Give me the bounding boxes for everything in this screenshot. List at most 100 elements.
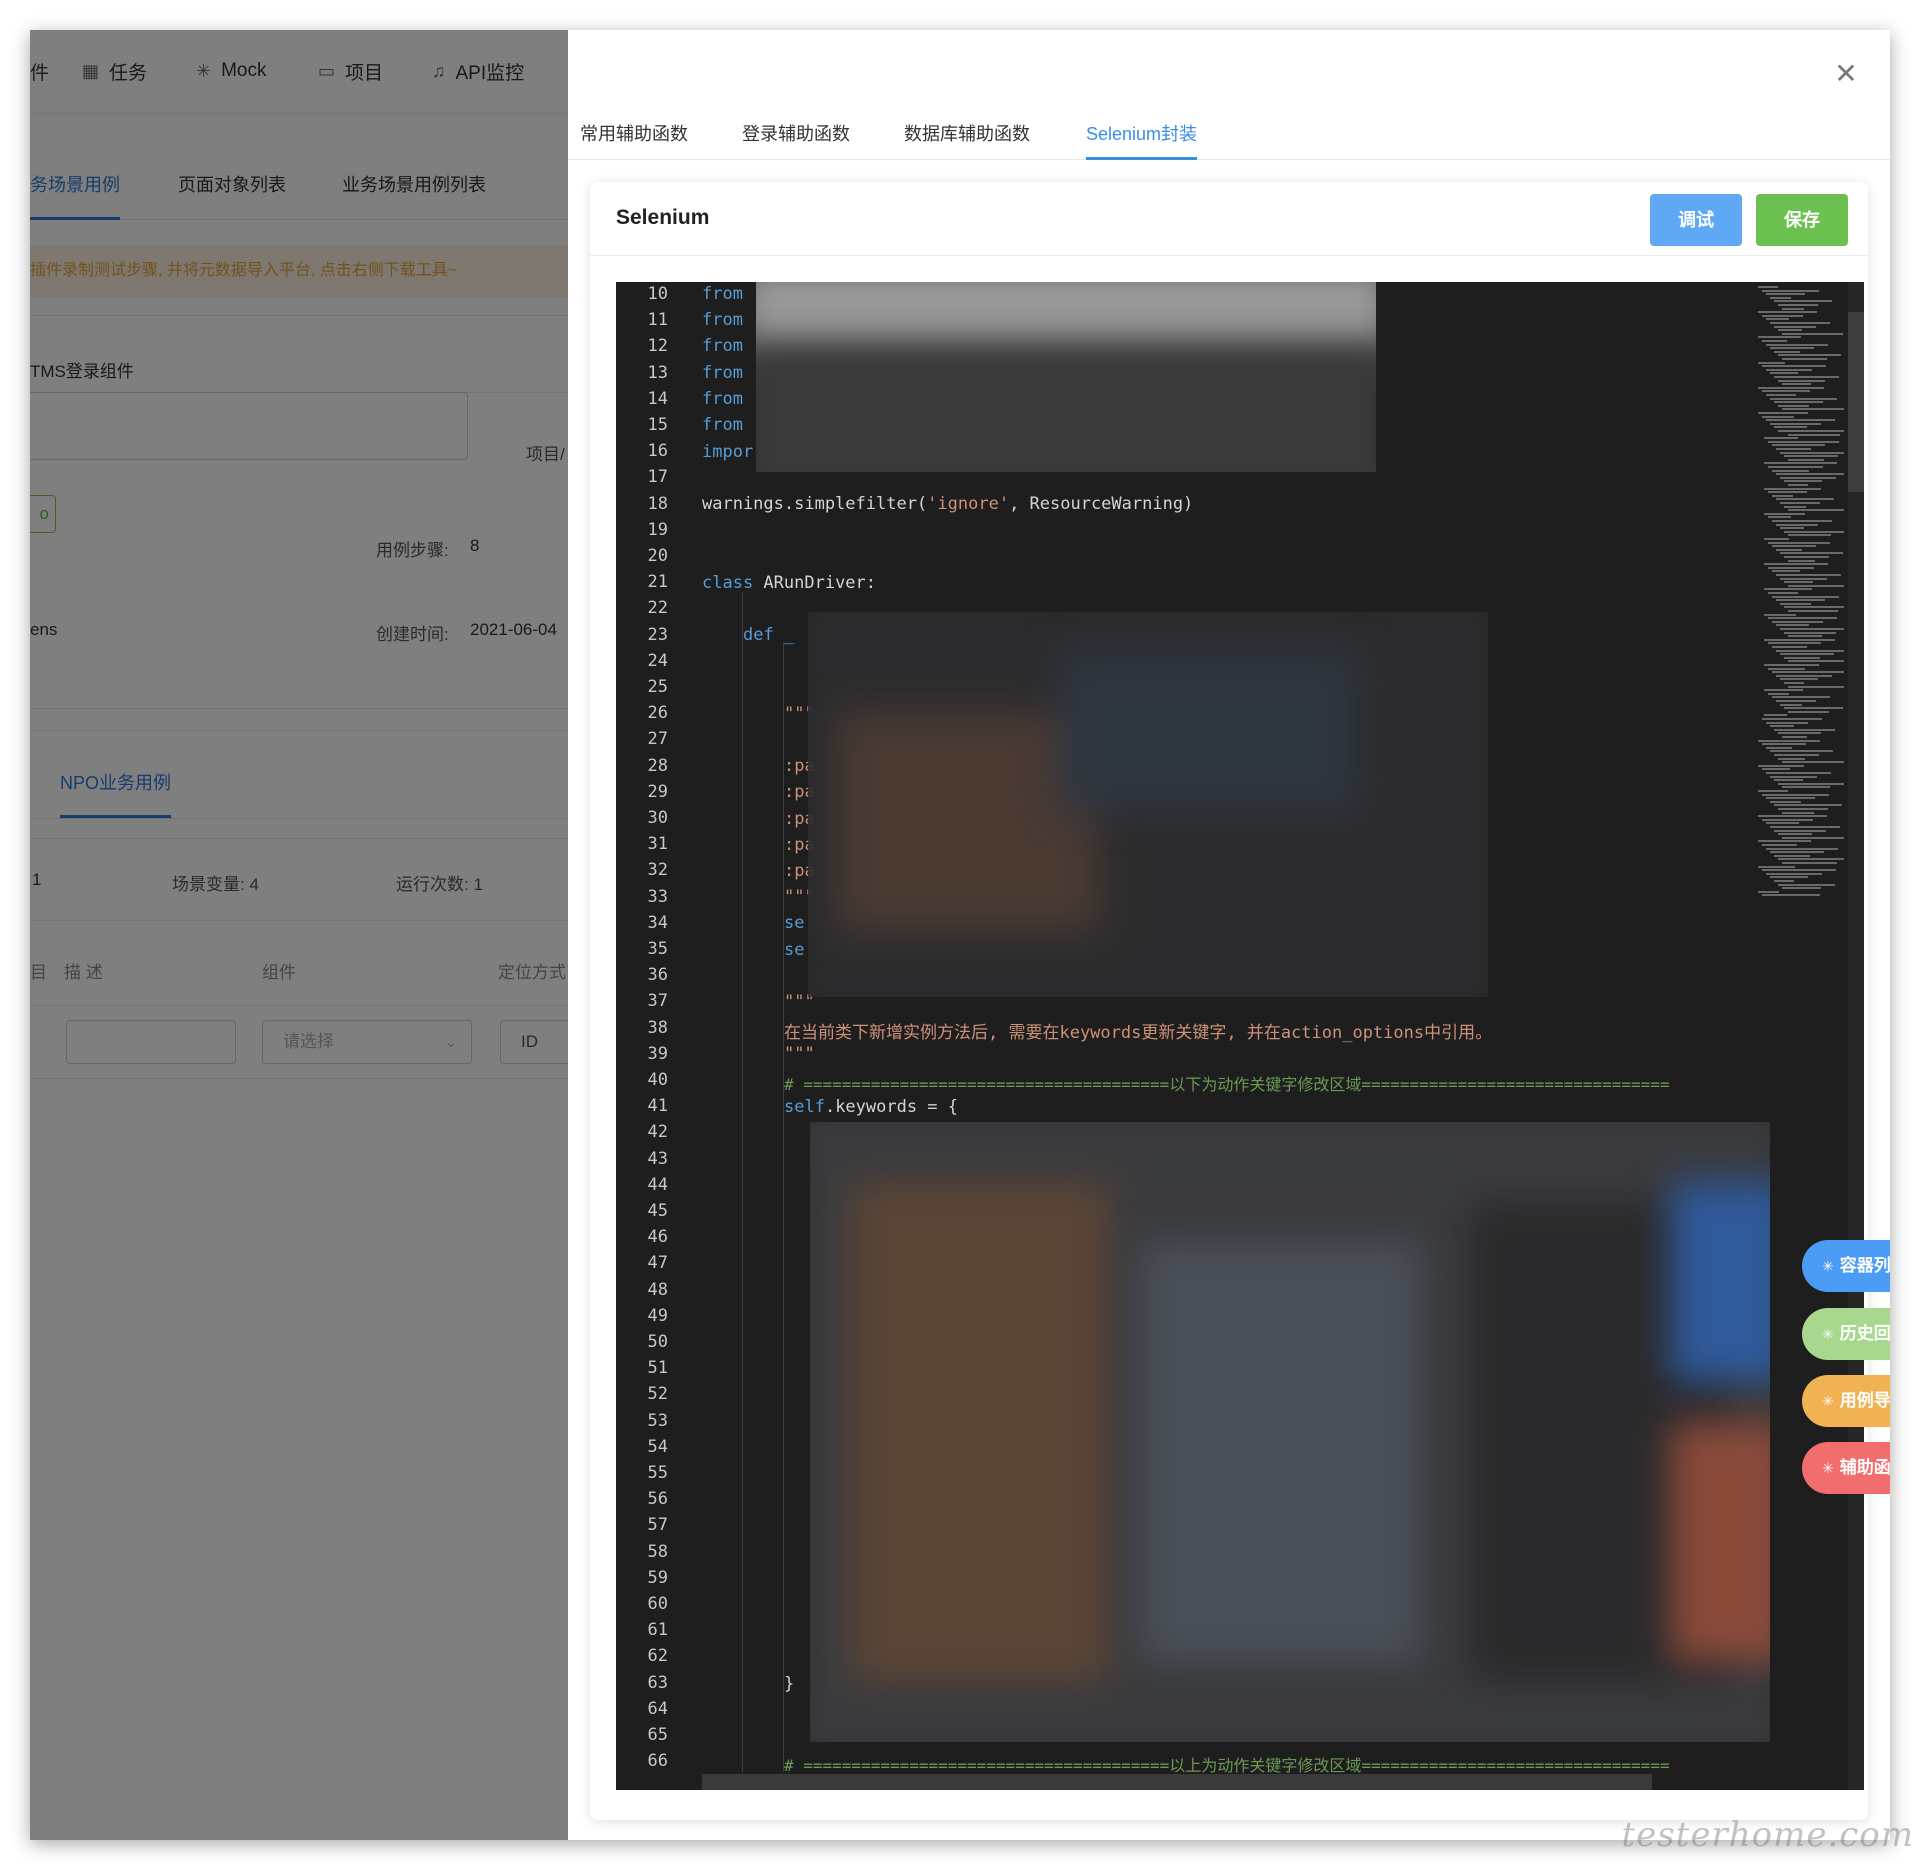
minimap-row (1766, 721, 1808, 724)
line-number: 43 (647, 1148, 668, 1169)
minimap-row (1762, 793, 1829, 796)
app-window: 件 ▦任务 ✳Mock ▭项目 ♫API监控 务场景用例 页面对象列表 业务场景… (30, 30, 1890, 1840)
scrollbar-thumb[interactable] (1848, 312, 1864, 492)
case-import-button[interactable]: ✳ 用例导入 (1802, 1375, 1890, 1427)
minimap-row (1788, 584, 1844, 587)
code-line-39: """ (784, 1044, 815, 1064)
redacted-keywords (810, 1122, 1770, 1742)
button-label: 历史回放 (1839, 1324, 1890, 1343)
minimap-row (1758, 840, 1811, 843)
minimap-row (1784, 455, 1838, 458)
spinner-icon: ✳ (1822, 1460, 1834, 1476)
minimap-row (1772, 696, 1830, 699)
line-number: 23 (647, 624, 668, 645)
code-line-12: from (702, 336, 743, 356)
tab-selenium-wrapper[interactable]: Selenium封装 (1086, 120, 1198, 160)
minimap-row (1762, 390, 1810, 393)
watermark: testerhome.com (1621, 1815, 1914, 1855)
line-number: 46 (647, 1227, 668, 1248)
minimap-row (1766, 872, 1822, 875)
vertical-scrollbar[interactable] (1848, 282, 1864, 1790)
line-number: 63 (647, 1672, 668, 1693)
minimap-row (1788, 685, 1844, 688)
drawer-tabs: 常用辅助函数 登录辅助函数 数据库辅助函数 Selenium封装 (568, 90, 1890, 160)
line-number: 45 (647, 1201, 668, 1221)
history-replay-button[interactable]: ✳ 历史回放 (1802, 1308, 1890, 1360)
minimap-row (1782, 836, 1844, 839)
line-number: 13 (647, 362, 668, 383)
line-number: 52 (647, 1384, 668, 1405)
minimap-row (1778, 782, 1844, 785)
button-label: 用例导入 (1839, 1391, 1890, 1410)
code-line-34: se (784, 913, 805, 933)
line-number: 56 (647, 1489, 668, 1510)
minimap-row (1782, 383, 1811, 386)
minimap-row (1784, 606, 1844, 609)
line-number: 50 (647, 1332, 668, 1352)
minimap-row (1778, 304, 1818, 306)
line-number: 17 (647, 467, 668, 488)
code-line-18: warnings.simplefilter('ignore', Resource… (702, 494, 1194, 514)
minimap-row (1774, 779, 1803, 782)
minimap-row (1780, 653, 1834, 656)
close-icon[interactable]: ✕ (1832, 60, 1860, 88)
minimap[interactable] (1752, 282, 1848, 982)
save-button[interactable]: 保存 (1756, 194, 1848, 246)
minimap-row (1778, 379, 1825, 382)
tab-database-helpers[interactable]: 数据库辅助函数 (904, 120, 1030, 160)
minimap-row (1772, 671, 1844, 674)
background-app: 件 ▦任务 ✳Mock ▭项目 ♫API监控 务场景用例 页面对象列表 业务场景… (30, 30, 568, 1840)
minimap-row (1764, 512, 1805, 515)
minimap-row (1770, 322, 1830, 324)
minimap-row (1772, 570, 1800, 573)
line-number: 12 (647, 336, 668, 357)
tab-login-helpers[interactable]: 登录辅助函数 (742, 120, 850, 160)
minimap-row (1766, 368, 1812, 371)
line-number: 62 (647, 1646, 668, 1667)
line-number: 57 (647, 1515, 668, 1536)
line-number: 42 (647, 1122, 668, 1143)
debug-button[interactable]: 调试 (1650, 194, 1742, 246)
line-number: 53 (647, 1410, 668, 1431)
minimap-row (1766, 822, 1799, 825)
spinner-icon: ✳ (1822, 1326, 1834, 1342)
minimap-row (1762, 818, 1813, 821)
minimap-row (1784, 530, 1844, 533)
minimap-row (1776, 448, 1811, 450)
minimap-row (1788, 534, 1831, 537)
minimap-row (1772, 620, 1823, 623)
spinner-icon: ✳ (1822, 1393, 1834, 1409)
modal-overlay[interactable] (30, 30, 568, 1840)
minimap-row (1768, 541, 1830, 544)
redacted-init-method (808, 612, 1488, 997)
minimap-row (1770, 876, 1808, 879)
line-number-gutter: 10 11 12 13 14 15 16 17 18 19 20 21 22 23 24 25 26 27 28 29… (616, 282, 676, 1790)
horizontal-scrollbar[interactable] (702, 1774, 1652, 1790)
line-number: 19 (647, 519, 668, 540)
helper-functions-button[interactable]: ✳ 辅助函数 (1802, 1442, 1890, 1494)
tab-common-helpers[interactable]: 常用辅助函数 (580, 120, 688, 160)
minimap-row (1764, 613, 1796, 616)
minimap-row (1768, 592, 1798, 594)
line-number: 40 (647, 1070, 668, 1090)
minimap-row (1774, 854, 1810, 857)
minimap-row (1788, 660, 1844, 663)
line-number: 54 (647, 1436, 668, 1457)
screenshot-root: { "bg_app": { "nav": [ {"icon": "plugin-… (0, 0, 1920, 1869)
minimap-row (1764, 437, 1798, 440)
minimap-row (1782, 862, 1837, 864)
line-number: 16 (647, 441, 668, 462)
minimap-row (1762, 894, 1820, 897)
minimap-row (1758, 739, 1820, 742)
minimap-row (1780, 703, 1802, 706)
code-editor[interactable]: 10 11 12 13 14 15 16 17 18 19 20 21 22 23 24 25 26 27 28 29… (616, 282, 1864, 1790)
minimap-row (1762, 289, 1819, 292)
minimap-row (1782, 408, 1844, 411)
minimap-row (1778, 404, 1809, 407)
line-number: 55 (647, 1463, 668, 1483)
minimap-row (1776, 498, 1834, 501)
container-list-button[interactable]: ✳ 容器列表 (1802, 1240, 1890, 1292)
minimap-row (1784, 656, 1820, 659)
minimap-row (1776, 548, 1802, 551)
minimap-row (1780, 628, 1844, 630)
